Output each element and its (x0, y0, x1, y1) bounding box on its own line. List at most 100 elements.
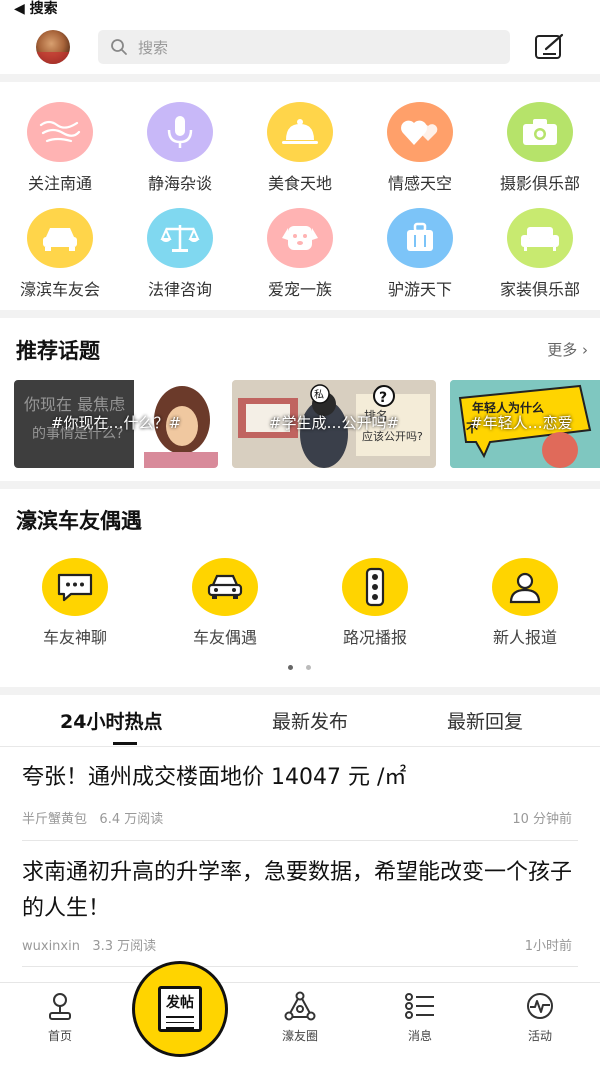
nav-home[interactable]: 首页 (20, 991, 100, 1044)
topic-title: #你现在…什么？# (50, 414, 182, 432)
scales-icon (160, 225, 200, 252)
person-icon (509, 572, 541, 604)
category-label: 关注南通 (27, 174, 92, 193)
car-item-label: 路况播报 (342, 628, 407, 647)
category-label: 静海杂谈 (147, 174, 212, 193)
post-button-label: 发帖 (166, 995, 194, 1011)
car-item-chat[interactable]: 车友神聊 (20, 558, 130, 648)
traffic-light-icon (365, 567, 385, 607)
post-button[interactable]: 发帖 (132, 961, 228, 1057)
active-tab-indicator (113, 742, 137, 745)
category-follow-nantong[interactable]: 关注南通 (5, 102, 115, 194)
post-author[interactable]: 半斤蟹黄包 (22, 812, 87, 827)
post-meta: 半斤蟹黄包 6.4 万阅读 (22, 808, 163, 827)
cloche-icon (282, 119, 318, 144)
car-item-newcomer[interactable]: 新人报道 (470, 558, 580, 648)
hearts-icon (401, 120, 438, 145)
dog-icon (282, 226, 318, 250)
bottom-nav: 首页 发帖 濠友圈 消息 活动 (0, 961, 600, 1067)
category-pets[interactable]: 爱宠一族 (245, 208, 355, 300)
divider (0, 310, 600, 318)
svg-text:?: ? (379, 390, 387, 406)
category-label: 驴游天下 (387, 280, 452, 299)
back-to-search[interactable]: ◀ 搜索 (14, 0, 58, 18)
car-item-label: 新人报道 (492, 628, 557, 647)
category-circle (27, 102, 93, 162)
section-title-car-meetup: 濠滨车友偶遇 (16, 509, 142, 533)
divider (22, 840, 578, 841)
car-item-meetup[interactable]: 车友偶遇 (170, 558, 280, 648)
category-travel[interactable]: 驴游天下 (365, 208, 475, 300)
top-bar: 搜索 (0, 24, 600, 72)
category-car-club[interactable]: 濠滨车友会 (5, 208, 115, 300)
car-icon (207, 574, 243, 599)
category-photography[interactable]: 摄影俱乐部 (485, 102, 595, 194)
car-item-label: 车友神聊 (42, 628, 107, 647)
category-food[interactable]: 美食天地 (245, 102, 355, 194)
post-reads: 3.3 万阅读 (92, 939, 157, 954)
post-title[interactable]: 夸张！通州成交楼面地价 14047 元 /㎡ (22, 760, 578, 796)
chat-bubble-icon (57, 573, 93, 602)
car-icon (43, 228, 77, 251)
microphone-icon (167, 116, 193, 148)
tab-latest-posts[interactable]: 最新发布 (272, 707, 348, 734)
topic-card[interactable]: 年轻人为什么不 #年轻人…恋爱 (450, 380, 600, 468)
post-title[interactable]: 求南通初升高的升学率，急要数据，希望能改变一个孩子的人生！ (22, 855, 578, 927)
search-input[interactable]: 搜索 (98, 30, 510, 64)
search-icon (111, 39, 127, 55)
category-label: 美食天地 (267, 174, 332, 193)
brush-text-icon (39, 120, 81, 143)
divider (0, 687, 600, 695)
edit-icon[interactable] (534, 32, 566, 62)
divider (0, 746, 600, 747)
avatar[interactable] (36, 30, 70, 64)
category-legal[interactable]: 法律咨询 (125, 208, 235, 300)
category-label: 家装俱乐部 (499, 280, 580, 299)
page-indicator-dot[interactable] (306, 665, 311, 670)
topic-card[interactable]: 你现在 最焦虑 的事情是什么? #你现在…什么？# (14, 380, 218, 468)
svg-text:私: 私 (314, 389, 324, 401)
nav-label: 濠友圈 (281, 1029, 318, 1043)
section-title-recommended: 推荐话题 (16, 339, 100, 363)
page-indicator-dot-active[interactable] (288, 665, 293, 670)
nav-circle[interactable]: 濠友圈 (260, 991, 340, 1044)
list-icon (405, 993, 434, 1019)
category-label: 情感天空 (387, 174, 452, 193)
car-item-label: 车友偶遇 (192, 628, 257, 647)
sofa-icon (521, 227, 559, 251)
category-label: 摄影俱乐部 (499, 174, 580, 193)
suitcase-icon (407, 222, 433, 251)
nav-label: 消息 (407, 1029, 432, 1043)
app-screen: ◀ 搜索 搜索 关注南通 静海杂谈 美食天地 情感天空 摄影俱乐部 濠滨车友会 … (0, 0, 600, 1067)
nav-label: 活动 (527, 1029, 552, 1043)
more-topics-link[interactable]: 更多 › (547, 339, 588, 360)
triangle-nodes-icon (284, 991, 316, 1021)
topic-title: #学生成…公开吗# (268, 414, 400, 432)
camera-icon (523, 119, 557, 145)
category-emotion[interactable]: 情感天空 (365, 102, 475, 194)
post-time: 10 分钟前 (512, 812, 572, 827)
post-meta: wuxinxin 3.3 万阅读 (22, 935, 156, 954)
tab-latest-replies[interactable]: 最新回复 (447, 707, 523, 734)
search-placeholder: 搜索 (138, 39, 169, 57)
post-author[interactable]: wuxinxin (22, 939, 80, 954)
topic-title: #年轻人…恋爱 (470, 414, 573, 432)
divider (22, 966, 578, 967)
category-label: 濠滨车友会 (19, 280, 100, 299)
topic-card[interactable]: 排名 应该公开吗?? 私 #学生成…公开吗# (232, 380, 436, 468)
category-home-decor[interactable]: 家装俱乐部 (485, 208, 595, 300)
divider (0, 481, 600, 489)
post-reads: 6.4 万阅读 (99, 812, 164, 827)
post-time: 1小时前 (524, 939, 572, 954)
category-label: 法律咨询 (147, 280, 212, 299)
tab-24h-hot[interactable]: 24小时热点 (60, 707, 162, 734)
pulse-icon (527, 993, 553, 1019)
compose-icon: 发帖 (158, 986, 202, 1032)
joystick-icon (49, 993, 71, 1020)
divider (0, 74, 600, 82)
nav-messages[interactable]: 消息 (380, 991, 460, 1044)
nav-events[interactable]: 活动 (500, 991, 580, 1044)
car-item-traffic[interactable]: 路况播报 (320, 558, 430, 648)
category-label: 爱宠一族 (267, 280, 332, 299)
category-jinghai-talk[interactable]: 静海杂谈 (125, 102, 235, 194)
